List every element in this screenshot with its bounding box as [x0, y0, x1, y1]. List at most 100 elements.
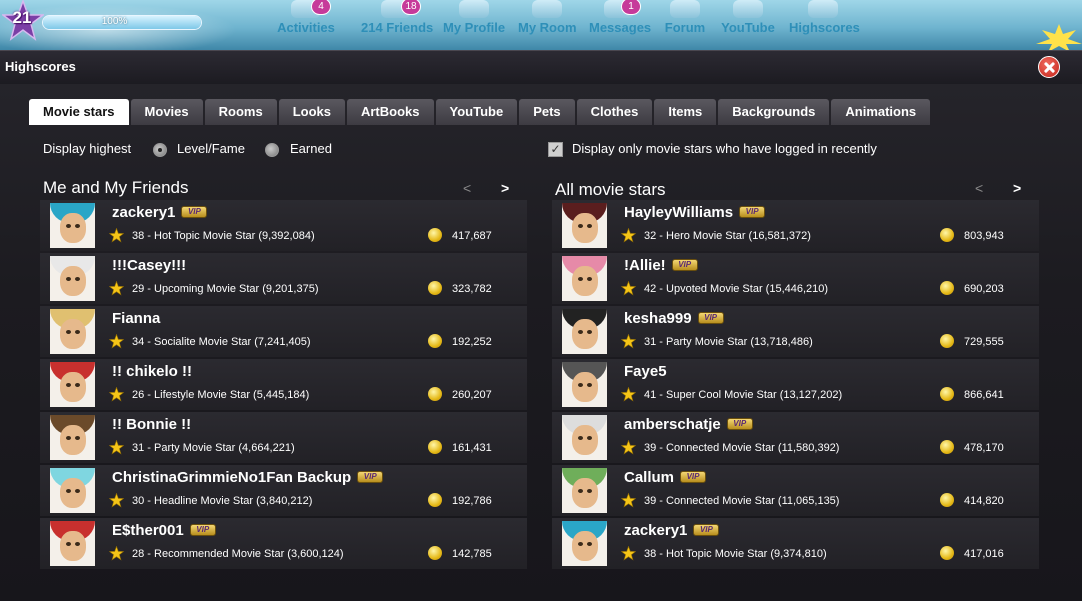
- nav-label: My Room: [518, 20, 577, 35]
- nav-label: Activities: [277, 20, 335, 35]
- highscore-row[interactable]: !! chikelo !! 26 - Lifestyle Movie Star …: [40, 359, 527, 410]
- level-fame-text: 39 - Connected Movie Star (11,065,135): [644, 495, 840, 507]
- highscore-row[interactable]: ChristinaGrimmieNo1Fan Backup VIP 30 - He…: [40, 465, 527, 516]
- nav-my-room[interactable]: My Room: [518, 0, 577, 50]
- username[interactable]: amberschatje VIP: [624, 416, 753, 433]
- tab-looks[interactable]: Looks: [278, 99, 345, 125]
- nav-label: Messages: [589, 20, 652, 35]
- nav-highscores[interactable]: Highscores: [789, 0, 860, 50]
- tab-items[interactable]: Items: [654, 99, 717, 125]
- avatar[interactable]: [562, 468, 607, 513]
- tab-rooms[interactable]: Rooms: [204, 99, 277, 125]
- xp-percent-label: 100%: [101, 16, 128, 27]
- vip-badge: VIP: [357, 471, 384, 483]
- avatar-eye: [578, 383, 583, 387]
- recent-login-checkbox[interactable]: ✓: [548, 142, 563, 157]
- all-stars-prev-button[interactable]: <: [975, 180, 983, 196]
- avatar-eye: [75, 489, 80, 493]
- highscore-row[interactable]: Fianna 34 - Socialite Movie Star (7,241,…: [40, 306, 527, 357]
- star-icon: [109, 546, 124, 561]
- highscore-row[interactable]: HayleyWilliams VIP 32 - Hero Movie Star (…: [552, 200, 1039, 251]
- username-text: Callum: [624, 469, 675, 486]
- highscore-row[interactable]: !Allie! VIP 42 - Upvoted Movie Star (15,4…: [552, 253, 1039, 304]
- username[interactable]: ChristinaGrimmieNo1Fan Backup VIP: [112, 469, 384, 486]
- tab-animations[interactable]: Animations: [831, 99, 931, 125]
- avatar[interactable]: [562, 415, 607, 460]
- nav-activities[interactable]: Activities 4: [276, 0, 336, 50]
- tab-pets[interactable]: Pets: [519, 99, 575, 125]
- username[interactable]: Fianna: [112, 310, 160, 327]
- username[interactable]: !!!Casey!!!: [112, 257, 186, 274]
- avatar[interactable]: [562, 256, 607, 301]
- friends-prev-button[interactable]: <: [463, 180, 471, 196]
- username[interactable]: Faye5: [624, 363, 667, 380]
- highscore-row[interactable]: zackery1 VIP 38 - Hot Topic Movie Star (9…: [552, 518, 1039, 569]
- vip-badge: VIP: [181, 206, 208, 218]
- highscore-row[interactable]: Faye5 41 - Super Cool Movie Star (13,127…: [552, 359, 1039, 410]
- avatar-eye: [587, 489, 592, 493]
- radio-level-fame-label: Level/Fame: [177, 141, 245, 156]
- avatar[interactable]: [50, 415, 95, 460]
- highscore-row[interactable]: zackery1 VIP 38 - Hot Topic Movie Star (9…: [40, 200, 527, 251]
- username[interactable]: zackery1 VIP: [112, 204, 208, 221]
- radio-earned[interactable]: [265, 143, 279, 157]
- nav-friends[interactable]: 214 Friends 18: [361, 0, 433, 50]
- level-fame-text: 34 - Socialite Movie Star (7,241,405): [132, 336, 311, 348]
- coin-icon: [428, 228, 442, 242]
- tab-artbooks[interactable]: ArtBooks: [346, 99, 434, 125]
- highscore-row[interactable]: !! Bonnie !! 31 - Party Movie Star (4,66…: [40, 412, 527, 463]
- highscore-row[interactable]: amberschatje VIP 39 - Connected Movie Sta…: [552, 412, 1039, 463]
- username-text: !!!Casey!!!: [112, 257, 187, 274]
- star-icon: [621, 440, 636, 455]
- vip-badge: VIP: [726, 418, 753, 430]
- window-title: Highscores: [5, 59, 76, 74]
- starcoins-value: 866,641: [964, 389, 1004, 401]
- nav-forum[interactable]: Forum: [664, 0, 706, 50]
- coin-icon: [940, 228, 954, 242]
- tab-backgrounds[interactable]: Backgrounds: [718, 99, 830, 125]
- nav-my-profile[interactable]: My Profile: [443, 0, 505, 50]
- nav-messages[interactable]: Messages 1: [589, 0, 652, 50]
- avatar[interactable]: [50, 203, 95, 248]
- level-fame-text: 30 - Headline Movie Star (3,840,212): [132, 495, 313, 507]
- tab-movie-stars[interactable]: Movie stars: [29, 99, 129, 125]
- username[interactable]: kesha999 VIP: [624, 310, 724, 327]
- avatar[interactable]: [562, 309, 607, 354]
- friends-next-button[interactable]: >: [501, 180, 509, 196]
- avatar[interactable]: [50, 309, 95, 354]
- highscore-row[interactable]: !!!Casey!!! 29 - Upcoming Movie Star (9,…: [40, 253, 527, 304]
- avatar[interactable]: [50, 468, 95, 513]
- tab-movies[interactable]: Movies: [130, 99, 203, 125]
- starcoins-value: 417,016: [964, 548, 1004, 560]
- tab-clothes[interactable]: Clothes: [576, 99, 653, 125]
- username[interactable]: !Allie! VIP: [624, 257, 698, 274]
- username[interactable]: HayleyWilliams VIP: [624, 204, 766, 221]
- avatar[interactable]: [562, 362, 607, 407]
- avatar-face: [572, 266, 598, 296]
- close-button[interactable]: [1038, 56, 1060, 78]
- avatar[interactable]: [50, 521, 95, 566]
- avatar[interactable]: [50, 362, 95, 407]
- display-highest-label: Display highest: [43, 141, 132, 156]
- avatar-eye: [75, 330, 80, 334]
- username[interactable]: !! Bonnie !!: [112, 416, 191, 433]
- window-titlebar: Highscores: [0, 50, 1082, 84]
- tab-youtube[interactable]: YouTube: [435, 99, 518, 125]
- starcoins-value: 478,170: [964, 442, 1004, 454]
- avatar[interactable]: [50, 256, 95, 301]
- avatar-eye: [75, 542, 80, 546]
- nav-youtube[interactable]: YouTube: [720, 0, 776, 50]
- username[interactable]: !! chikelo !!: [112, 363, 192, 380]
- all-stars-next-button[interactable]: >: [1013, 180, 1021, 196]
- username[interactable]: zackery1 VIP: [624, 522, 720, 539]
- username[interactable]: Callum VIP: [624, 469, 707, 486]
- highscore-row[interactable]: kesha999 VIP 31 - Party Movie Star (13,71…: [552, 306, 1039, 357]
- sun-burst-icon: [1036, 24, 1082, 50]
- username[interactable]: E$ther001 VIP: [112, 522, 216, 539]
- avatar[interactable]: [562, 203, 607, 248]
- radio-level-fame[interactable]: [153, 143, 167, 157]
- highscore-row[interactable]: Callum VIP 39 - Connected Movie Star (11,…: [552, 465, 1039, 516]
- avatar[interactable]: [562, 521, 607, 566]
- all-stars-panel-title: All movie stars: [555, 180, 666, 199]
- highscore-row[interactable]: E$ther001 VIP 28 - Recommended Movie Star…: [40, 518, 527, 569]
